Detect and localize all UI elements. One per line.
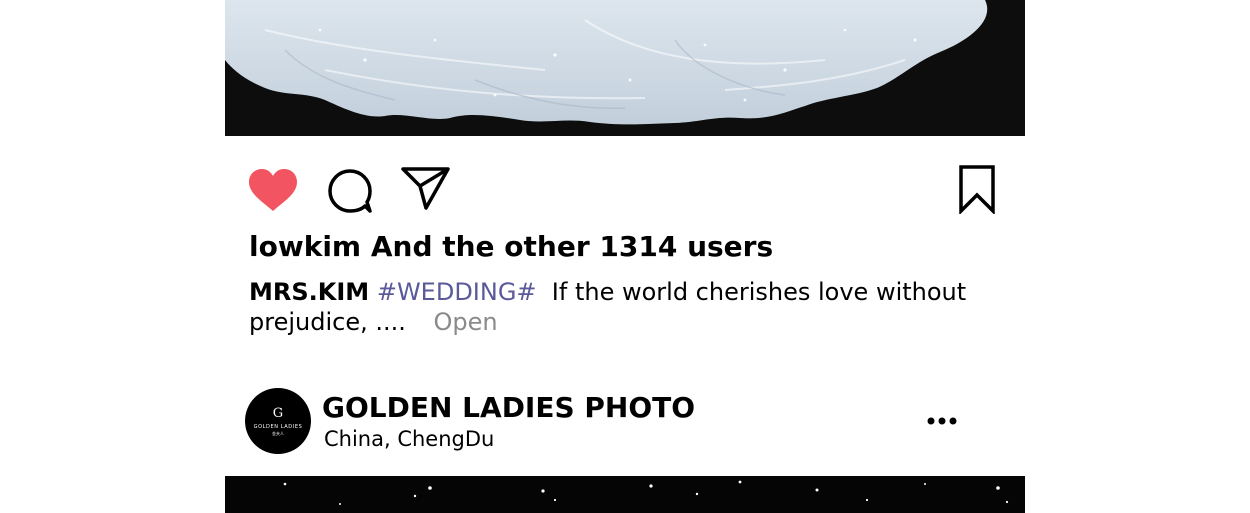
paper-plane-icon[interactable] <box>400 164 452 212</box>
avatar-logo-mark: G <box>272 405 284 421</box>
avatar-sub-text: 金夫人 <box>272 430 284 436</box>
open-caption-link[interactable]: Open <box>434 308 498 336</box>
avatar[interactable]: G GOLDEN LADIES 金夫人 <box>245 388 311 454</box>
avatar-brand-text: GOLDEN LADIES <box>253 423 303 430</box>
post-location[interactable]: China, ChengDu <box>324 427 494 451</box>
post-photo[interactable] <box>225 0 1025 136</box>
sparkle-background-image <box>225 476 1025 513</box>
likes-summary[interactable]: lowkim And the other 1314 users <box>249 230 773 263</box>
post-caption: MRS.KIM #WEDDING# If the world cherishes… <box>249 277 969 337</box>
bookmark-icon[interactable] <box>955 164 999 214</box>
heart-icon[interactable] <box>245 166 301 214</box>
post-action-bar <box>225 160 1025 220</box>
next-post-photo[interactable] <box>225 476 1025 513</box>
feed-post: lowkim And the other 1314 users MRS.KIM … <box>225 0 1025 513</box>
next-post-header: G GOLDEN LADIES 金夫人 GOLDEN LADIES PHOTO … <box>225 385 1025 457</box>
account-name[interactable]: GOLDEN LADIES PHOTO <box>322 391 695 424</box>
caption-username[interactable]: MRS.KIM <box>249 278 369 306</box>
comment-bubble-icon[interactable] <box>325 166 375 214</box>
more-dots-icon[interactable] <box>925 407 961 435</box>
wedding-dress-image <box>225 0 1025 136</box>
caption-hashtag[interactable]: #WEDDING# <box>377 278 537 306</box>
